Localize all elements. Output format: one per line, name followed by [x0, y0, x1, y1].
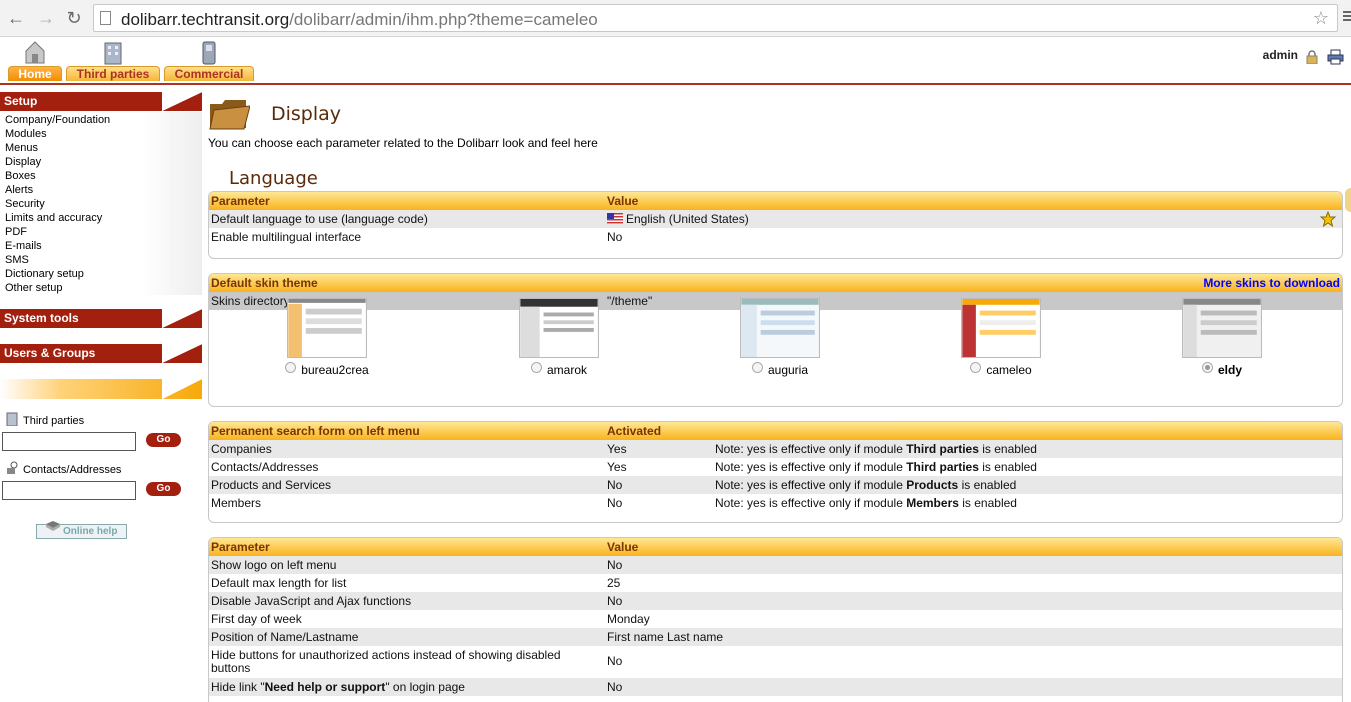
- browser-toolbar: ← → ↻ dolibarr.techtransit.org/dolibarr/…: [0, 0, 1351, 37]
- menu-title-users-groups[interactable]: Users & Groups: [0, 344, 202, 363]
- menu-swoosh: [162, 309, 202, 328]
- star-icon: [1320, 211, 1336, 227]
- skin-option-eldy[interactable]: eldy: [1172, 298, 1272, 377]
- system-tools-label: System tools: [4, 311, 79, 325]
- skin-option-amarok[interactable]: amarok: [509, 298, 609, 377]
- menu-item-boxes[interactable]: Boxes: [5, 169, 202, 183]
- search-form-table: Permanent search form on left menu Activ…: [208, 421, 1343, 523]
- skin-option-bureau2crea[interactable]: bureau2crea: [277, 298, 377, 377]
- skin-thumbnail: [1182, 298, 1262, 358]
- menu-swoosh: [162, 344, 202, 363]
- table-row[interactable]: Contacts/Addresses Yes Note: yes is effe…: [209, 458, 1342, 476]
- menu-item-menus[interactable]: Menus: [5, 141, 202, 155]
- table-row[interactable]: Companies Yes Note: yes is effective onl…: [209, 440, 1342, 458]
- back-arrow-icon[interactable]: ←: [6, 8, 26, 28]
- menu-item-pdf[interactable]: PDF: [5, 225, 202, 239]
- table-row[interactable]: Enable multilingual interface No: [209, 228, 1342, 246]
- menu-swoosh: [162, 379, 202, 399]
- home-icon: [25, 41, 45, 64]
- table-row[interactable]: Default language to use (language code) …: [209, 210, 1342, 228]
- us-flag-icon: [607, 213, 623, 224]
- misc-parameters-table: Parameter Value Show logo on left menu N…: [208, 537, 1343, 702]
- table-row[interactable]: Show logo on left menu No: [209, 556, 1342, 574]
- skin-option-auguria[interactable]: auguria: [730, 298, 830, 377]
- setup-title-label: Setup: [4, 94, 38, 108]
- skin-radio[interactable]: [751, 362, 763, 373]
- menu-swoosh: [162, 92, 202, 111]
- table-header: Parameter Value: [209, 538, 1342, 556]
- menu-item-modules[interactable]: Modules: [5, 127, 202, 141]
- contact-icon: [7, 461, 18, 474]
- reload-icon[interactable]: ↻: [64, 8, 84, 28]
- side-scroll-tab[interactable]: [1345, 188, 1351, 212]
- address-bar[interactable]: dolibarr.techtransit.org/dolibarr/admin/…: [93, 4, 1338, 32]
- table-row[interactable]: Members No Note: yes is effective only i…: [209, 494, 1342, 512]
- menu-title-setup[interactable]: Setup: [0, 92, 202, 111]
- search-thirdparties-label: Third parties: [5, 412, 84, 427]
- search-thirdparties-input[interactable]: [2, 432, 136, 451]
- page-icon: [100, 11, 111, 25]
- menu-item-company[interactable]: Company/Foundation: [5, 113, 202, 127]
- skin-radio[interactable]: [970, 362, 982, 373]
- tab-commercial[interactable]: Commercial: [164, 39, 254, 83]
- skin-thumbnail: [740, 298, 820, 358]
- users-groups-label: Users & Groups: [4, 346, 96, 360]
- search-contacts-label: Contacts/Addresses: [5, 461, 121, 476]
- table-header: Default skin theme More skins to downloa…: [209, 274, 1342, 292]
- skin-thumbnail: [519, 298, 599, 358]
- menu-item-other-setup[interactable]: Other setup: [5, 281, 202, 295]
- menu-item-dictionary[interactable]: Dictionary setup: [5, 267, 202, 281]
- page-description: You can choose each parameter related to…: [208, 136, 598, 150]
- bookmark-star-icon[interactable]: ☆: [1313, 8, 1329, 29]
- menu-item-display[interactable]: Display: [5, 155, 202, 169]
- search-contacts-input[interactable]: [2, 481, 136, 500]
- more-skins-link[interactable]: More skins to download: [1203, 274, 1340, 292]
- tab-home[interactable]: Home: [8, 39, 62, 83]
- online-help-link[interactable]: Online help: [36, 521, 127, 539]
- table-row[interactable]: Hide link "Need help or support" on logi…: [209, 678, 1342, 696]
- browser-menu-icon[interactable]: [1343, 9, 1351, 27]
- go-contacts-button[interactable]: Go: [146, 482, 181, 496]
- logout-lock-icon[interactable]: [1306, 50, 1318, 64]
- print-icon[interactable]: [1327, 49, 1344, 65]
- table-row[interactable]: Disable JavaScript and Ajax functions No: [209, 592, 1342, 610]
- table-row[interactable]: Position of Name/Lastname First name Las…: [209, 628, 1342, 646]
- left-menu: Setup Company/Foundation Modules Menus D…: [0, 92, 202, 702]
- language-table: Parameter Value Default language to use …: [208, 191, 1343, 259]
- skin-thumbnail: [287, 298, 367, 358]
- skin-radio-selected[interactable]: [1201, 362, 1213, 373]
- table-row[interactable]: Hide buttons for unauthorized actions in…: [209, 646, 1342, 678]
- skin-radio[interactable]: [285, 362, 297, 373]
- briefcase-icon: [202, 41, 216, 65]
- page-title: Display: [271, 103, 342, 125]
- username[interactable]: admin: [1263, 48, 1298, 62]
- tab-third-parties[interactable]: Third parties: [66, 39, 160, 83]
- building-icon: [6, 412, 18, 426]
- go-thirdparties-button[interactable]: Go: [146, 433, 181, 447]
- search-section-bar: [0, 379, 202, 399]
- folder-icon: [209, 100, 250, 130]
- menu-item-limits[interactable]: Limits and accuracy: [5, 211, 202, 225]
- top-header: Home Third parties Commercial admin: [0, 37, 1351, 85]
- menu-item-security[interactable]: Security: [5, 197, 202, 211]
- forward-arrow-icon[interactable]: →: [36, 8, 56, 28]
- skin-thumbnail: [961, 298, 1041, 358]
- skin-theme-table: Default skin theme More skins to downloa…: [208, 273, 1343, 407]
- skin-radio[interactable]: [530, 362, 542, 373]
- menu-item-sms[interactable]: SMS: [5, 253, 202, 267]
- table-row[interactable]: Products and Services No Note: yes is ef…: [209, 476, 1342, 494]
- skin-option-cameleo[interactable]: cameleo: [951, 298, 1051, 377]
- menu-item-emails[interactable]: E-mails: [5, 239, 202, 253]
- setup-menu-items: Company/Foundation Modules Menus Display…: [0, 112, 202, 295]
- table-header: Permanent search form on left menu Activ…: [209, 422, 1342, 440]
- url-text: dolibarr.techtransit.org/dolibarr/admin/…: [121, 10, 598, 29]
- menu-item-alerts[interactable]: Alerts: [5, 183, 202, 197]
- table-header: Parameter Value: [209, 192, 1342, 210]
- building-icon: [104, 42, 122, 65]
- book-icon: [46, 521, 60, 531]
- table-row[interactable]: First day of week Monday: [209, 610, 1342, 628]
- section-title-language: Language: [229, 168, 318, 189]
- table-row[interactable]: Default max length for list 25: [209, 574, 1342, 592]
- menu-title-system-tools[interactable]: System tools: [0, 309, 202, 328]
